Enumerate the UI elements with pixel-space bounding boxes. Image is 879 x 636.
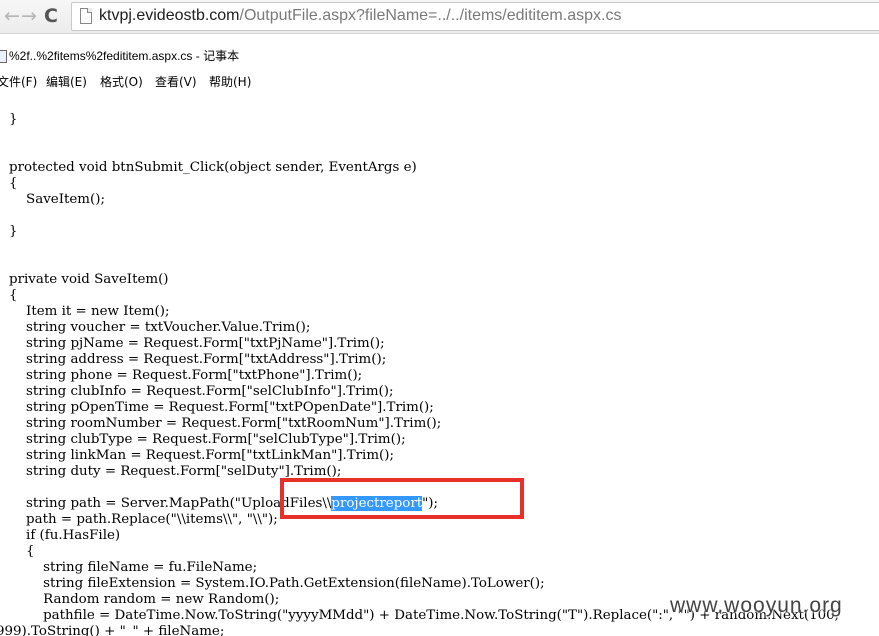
code-line: Random random = new Random();: [0, 592, 280, 607]
code-line: string roomNumber = Request.Form["txtRoo…: [0, 416, 442, 431]
menu-edit[interactable]: 编辑(E): [46, 72, 87, 93]
window-title: %2f..%2fitems%2fedititem.aspx.cs - 记事本: [9, 49, 240, 63]
code-line: SaveItem();: [0, 192, 105, 207]
menu-view[interactable]: 查看(V): [155, 72, 197, 93]
code-line: {: [9, 288, 18, 303]
code-line: }: [9, 224, 18, 239]
code-line: string clubType = Request.Form["selClubT…: [0, 432, 406, 447]
browser-toolbar: ← → C ktvpj.evideostb.com/OutputFile.asp…: [0, 0, 879, 34]
url-text[interactable]: ktvpj.evideostb.com/OutputFile.aspx?file…: [99, 6, 621, 26]
highlight-annotation-box: [280, 478, 524, 519]
watermark: www.wooyun.org: [670, 594, 843, 617]
code-line: string pjName = Request.Form["txtPjName"…: [0, 336, 385, 351]
code-line: Item it = new Item();: [0, 304, 170, 319]
code-line: if (fu.HasFile): [0, 528, 121, 543]
page-icon: [80, 8, 92, 24]
menu-format[interactable]: 格式(O): [100, 72, 143, 93]
code-line: private void SaveItem(): [0, 272, 169, 287]
url-path: /OutputFile.aspx?fileName=../../items/ed…: [239, 7, 622, 24]
code-line: string voucher = txtVoucher.Value.Trim()…: [0, 320, 311, 335]
back-arrow-icon[interactable]: ←: [4, 4, 20, 28]
code-line: protected void btnSubmit_Click(object se…: [0, 160, 417, 175]
address-bar[interactable]: ktvpj.evideostb.com/OutputFile.aspx?file…: [71, 2, 879, 31]
forward-arrow-icon[interactable]: →: [21, 4, 37, 28]
code-line: string clubInfo = Request.Form["selClubI…: [0, 384, 394, 399]
code-line: }: [9, 112, 18, 127]
code-line: string fileExtension = System.IO.Path.Ge…: [0, 576, 545, 591]
code-line: string linkMan = Request.Form["txtLinkMa…: [0, 448, 394, 463]
menu-file[interactable]: 文件(F): [0, 72, 37, 93]
code-line: string pOpenTime = Request.Form["txtPOpe…: [0, 400, 434, 415]
code-line: string phone = Request.Form["txtPhone"].…: [0, 368, 363, 383]
code-line: {: [9, 176, 18, 191]
text-editor-area[interactable]: } protected void btnSubmit_Click(object …: [0, 93, 879, 636]
url-host: ktvpj.evideostb.com: [99, 7, 240, 24]
menu-help[interactable]: 帮助(H): [209, 72, 251, 93]
menu-bar: 文件(F) 编辑(E) 格式(O) 查看(V) 帮助(H): [0, 72, 879, 94]
code-line: string address = Request.Form["txtAddres…: [0, 352, 387, 367]
notepad-icon: [0, 50, 7, 63]
reload-icon[interactable]: C: [44, 4, 58, 28]
code-line: 999).ToString() + "_" + fileName;: [0, 624, 225, 636]
notepad-title-bar: %2f..%2fitems%2fedititem.aspx.cs - 记事本: [0, 45, 879, 67]
code-line: path = path.Replace("\\items\\", "\\");: [0, 512, 278, 527]
code-line: {: [26, 544, 35, 559]
code-line: string fileName = fu.FileName;: [0, 560, 258, 575]
